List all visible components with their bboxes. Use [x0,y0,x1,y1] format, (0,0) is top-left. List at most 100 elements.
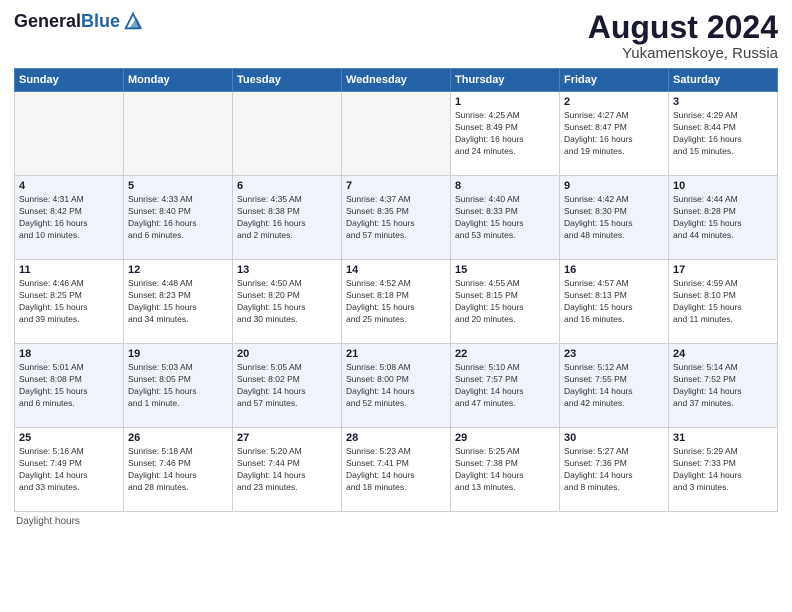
calendar-cell-w1-d3 [233,92,342,176]
footer-note: Daylight hours [14,516,778,527]
calendar-week-1: 1Sunrise: 4:25 AM Sunset: 8:49 PM Daylig… [15,92,778,176]
day-number: 15 [455,264,555,276]
calendar-cell-w5-d7: 31 Sunrise: 5:29 AM Sunset: 7:33 PM Dayli… [669,428,778,512]
calendar-cell-w4-d6: 23 Sunrise: 5:12 AM Sunset: 7:55 PM Dayli… [560,344,669,428]
location: Yukamenskoye, Russia [588,45,778,62]
calendar-cell-w3-d2: 12 Sunrise: 4:48 AM Sunset: 8:23 PM Dayli… [124,260,233,344]
calendar-cell-w1-d6: 2 Sunrise: 4:27 AM Sunset: 8:47 PM Daylig… [560,92,669,176]
col-saturday: Saturday [669,69,778,92]
logo: GeneralBlue [14,10,144,32]
day-info: Sunrise: 5:16 AM Sunset: 7:49 PM Dayligh… [19,446,119,494]
calendar-cell-w3-d1: 11Sunrise: 4:46 AM Sunset: 8:25 PM Dayli… [15,260,124,344]
calendar-cell-w2-d7: 10 Sunrise: 4:44 AM Sunset: 8:28 PM Dayli… [669,176,778,260]
calendar-cell-w3-d5: 15 Sunrise: 4:55 AM Sunset: 8:15 PM Dayli… [451,260,560,344]
day-info: Sunrise: 4:55 AM Sunset: 8:15 PM Dayligh… [455,278,555,326]
calendar-cell-w1-d7: 3Sunrise: 4:29 AM Sunset: 8:44 PM Daylig… [669,92,778,176]
logo-general: GeneralBlue [14,11,120,32]
calendar-cell-w3-d3: 13 Sunrise: 4:50 AM Sunset: 8:20 PM Dayli… [233,260,342,344]
daylight-label: Daylight hours [16,516,80,527]
day-info: Sunrise: 5:03 AM Sunset: 8:05 PM Dayligh… [128,362,228,410]
day-number: 19 [128,348,228,360]
title-section: August 2024 Yukamenskoye, Russia [588,10,778,62]
day-number: 7 [346,180,446,192]
page-container: GeneralBlue August 2024 Yukamenskoye, Ru… [0,0,792,612]
calendar-week-5: 25 Sunrise: 5:16 AM Sunset: 7:49 PM Dayli… [15,428,778,512]
day-number: 16 [564,264,664,276]
calendar-table: Sunday Monday Tuesday Wednesday Thursday… [14,68,778,512]
calendar-cell-w5-d2: 26Sunrise: 5:18 AM Sunset: 7:46 PM Dayli… [124,428,233,512]
col-friday: Friday [560,69,669,92]
col-wednesday: Wednesday [342,69,451,92]
col-tuesday: Tuesday [233,69,342,92]
calendar-cell-w5-d5: 29 Sunrise: 5:25 AM Sunset: 7:38 PM Dayli… [451,428,560,512]
day-number: 2 [564,96,664,108]
calendar-cell-w4-d4: 21Sunrise: 5:08 AM Sunset: 8:00 PM Dayli… [342,344,451,428]
calendar-cell-w5-d1: 25 Sunrise: 5:16 AM Sunset: 7:49 PM Dayli… [15,428,124,512]
day-info: Sunrise: 4:52 AM Sunset: 8:18 PM Dayligh… [346,278,446,326]
logo-icon [122,10,144,32]
calendar-week-2: 4Sunrise: 4:31 AM Sunset: 8:42 PM Daylig… [15,176,778,260]
calendar-cell-w4-d1: 18Sunrise: 5:01 AM Sunset: 8:08 PM Dayli… [15,344,124,428]
day-number: 17 [673,264,773,276]
day-number: 3 [673,96,773,108]
calendar-week-3: 11Sunrise: 4:46 AM Sunset: 8:25 PM Dayli… [15,260,778,344]
day-info: Sunrise: 5:05 AM Sunset: 8:02 PM Dayligh… [237,362,337,410]
calendar-cell-w1-d5: 1Sunrise: 4:25 AM Sunset: 8:49 PM Daylig… [451,92,560,176]
day-info: Sunrise: 5:23 AM Sunset: 7:41 PM Dayligh… [346,446,446,494]
calendar-cell-w4-d2: 19 Sunrise: 5:03 AM Sunset: 8:05 PM Dayli… [124,344,233,428]
day-number: 22 [455,348,555,360]
day-number: 9 [564,180,664,192]
day-number: 14 [346,264,446,276]
day-info: Sunrise: 4:31 AM Sunset: 8:42 PM Dayligh… [19,194,119,242]
day-info: Sunrise: 5:20 AM Sunset: 7:44 PM Dayligh… [237,446,337,494]
day-number: 1 [455,96,555,108]
day-info: Sunrise: 5:27 AM Sunset: 7:36 PM Dayligh… [564,446,664,494]
calendar-cell-w3-d6: 16Sunrise: 4:57 AM Sunset: 8:13 PM Dayli… [560,260,669,344]
day-info: Sunrise: 4:37 AM Sunset: 8:35 PM Dayligh… [346,194,446,242]
calendar-cell-w5-d3: 27 Sunrise: 5:20 AM Sunset: 7:44 PM Dayli… [233,428,342,512]
day-info: Sunrise: 4:50 AM Sunset: 8:20 PM Dayligh… [237,278,337,326]
day-number: 23 [564,348,664,360]
calendar-cell-w4-d5: 22 Sunrise: 5:10 AM Sunset: 7:57 PM Dayli… [451,344,560,428]
header: GeneralBlue August 2024 Yukamenskoye, Ru… [14,10,778,62]
day-info: Sunrise: 5:29 AM Sunset: 7:33 PM Dayligh… [673,446,773,494]
calendar-cell-w2-d4: 7 Sunrise: 4:37 AM Sunset: 8:35 PM Daylig… [342,176,451,260]
calendar-week-4: 18Sunrise: 5:01 AM Sunset: 8:08 PM Dayli… [15,344,778,428]
day-number: 31 [673,432,773,444]
calendar-cell-w2-d3: 6Sunrise: 4:35 AM Sunset: 8:38 PM Daylig… [233,176,342,260]
day-info: Sunrise: 4:33 AM Sunset: 8:40 PM Dayligh… [128,194,228,242]
col-thursday: Thursday [451,69,560,92]
day-info: Sunrise: 5:01 AM Sunset: 8:08 PM Dayligh… [19,362,119,410]
day-info: Sunrise: 5:10 AM Sunset: 7:57 PM Dayligh… [455,362,555,410]
day-number: 12 [128,264,228,276]
day-number: 26 [128,432,228,444]
day-info: Sunrise: 5:14 AM Sunset: 7:52 PM Dayligh… [673,362,773,410]
day-info: Sunrise: 4:59 AM Sunset: 8:10 PM Dayligh… [673,278,773,326]
calendar-cell-w1-d4 [342,92,451,176]
calendar-cell-w3-d7: 17 Sunrise: 4:59 AM Sunset: 8:10 PM Dayli… [669,260,778,344]
day-number: 6 [237,180,337,192]
day-number: 5 [128,180,228,192]
calendar-header-row: Sunday Monday Tuesday Wednesday Thursday… [15,69,778,92]
day-number: 13 [237,264,337,276]
day-number: 24 [673,348,773,360]
day-number: 25 [19,432,119,444]
day-number: 8 [455,180,555,192]
day-number: 20 [237,348,337,360]
day-number: 29 [455,432,555,444]
day-info: Sunrise: 4:44 AM Sunset: 8:28 PM Dayligh… [673,194,773,242]
day-info: Sunrise: 4:27 AM Sunset: 8:47 PM Dayligh… [564,110,664,158]
month-year: August 2024 [588,10,778,45]
day-number: 10 [673,180,773,192]
day-number: 27 [237,432,337,444]
day-info: Sunrise: 5:12 AM Sunset: 7:55 PM Dayligh… [564,362,664,410]
day-info: Sunrise: 4:48 AM Sunset: 8:23 PM Dayligh… [128,278,228,326]
calendar-cell-w4-d7: 24 Sunrise: 5:14 AM Sunset: 7:52 PM Dayli… [669,344,778,428]
col-sunday: Sunday [15,69,124,92]
col-monday: Monday [124,69,233,92]
day-info: Sunrise: 4:42 AM Sunset: 8:30 PM Dayligh… [564,194,664,242]
calendar-cell-w4-d3: 20 Sunrise: 5:05 AM Sunset: 8:02 PM Dayli… [233,344,342,428]
day-number: 11 [19,264,119,276]
day-info: Sunrise: 5:25 AM Sunset: 7:38 PM Dayligh… [455,446,555,494]
calendar-cell-w1-d1 [15,92,124,176]
